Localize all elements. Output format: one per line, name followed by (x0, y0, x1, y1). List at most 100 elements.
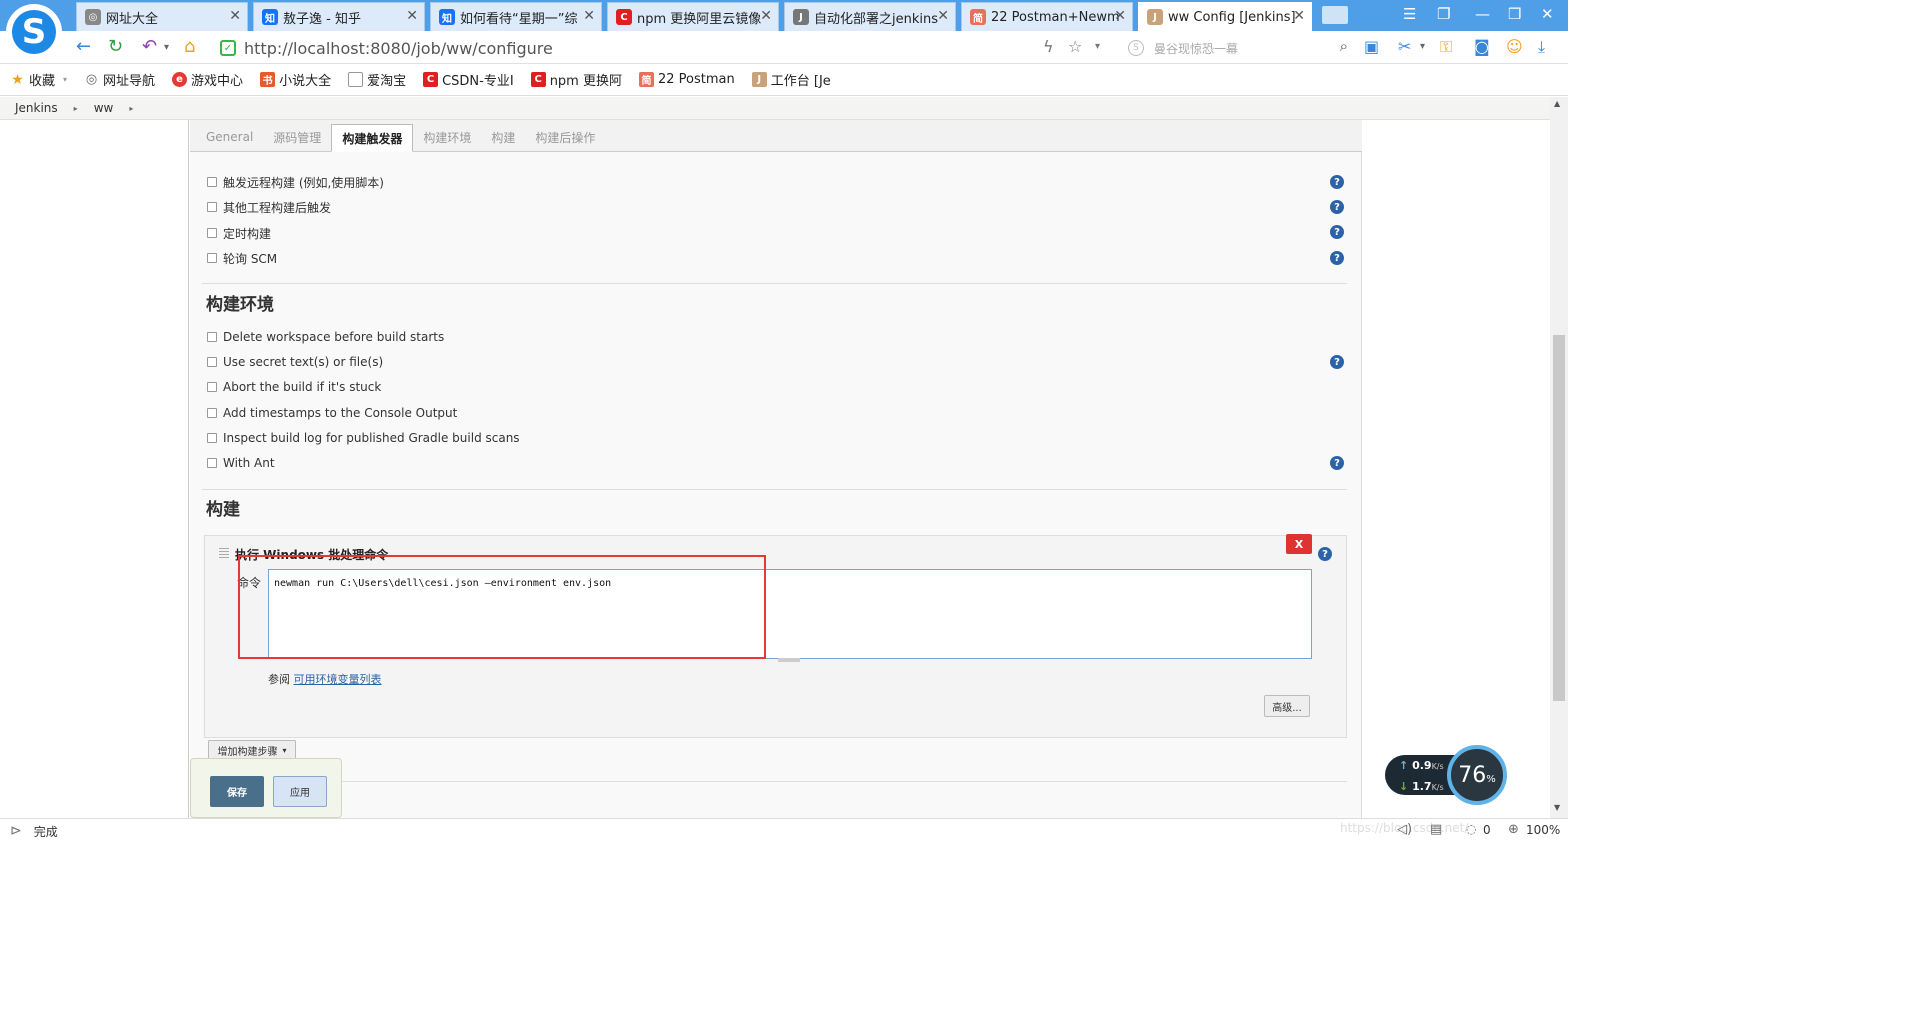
checkbox[interactable] (207, 332, 217, 342)
env-secret-text[interactable]: Use secret text(s) or file(s) (207, 352, 383, 372)
close-icon[interactable]: ✕ (760, 8, 772, 24)
chevron-down-icon[interactable]: ▾ (164, 42, 169, 53)
star-icon[interactable]: ☆ (1068, 37, 1082, 56)
checkbox[interactable] (207, 433, 217, 443)
tab-4[interactable]: J 自动化部署之jenkins ✕ (784, 2, 956, 31)
bookmark-item[interactable]: 简 22 Postman (638, 72, 735, 87)
bookmark-item[interactable]: C CSDN-专业I (423, 70, 514, 89)
checkbox[interactable] (207, 357, 217, 367)
checkbox[interactable] (207, 382, 217, 392)
close-window-icon[interactable]: ✕ (1541, 5, 1554, 23)
tab-6-active[interactable]: Jww Config [Jenkins] ✕ (1138, 2, 1312, 31)
help-icon[interactable]: ? (1330, 355, 1344, 369)
tab-build-triggers[interactable]: 构建触发器 (331, 124, 414, 152)
address-bar[interactable]: ✓ http://localhost:8080/job/ww/configure (220, 35, 1120, 61)
bookmark-item[interactable]: 爱淘宝 (348, 70, 406, 89)
checkbox[interactable] (207, 408, 217, 418)
tab-build[interactable]: 构建 (481, 123, 525, 151)
tab-5[interactable]: 简 22 Postman+Newm ✕ (961, 2, 1133, 31)
bookmark-item[interactable]: 书小说大全 (260, 70, 331, 89)
tab-general[interactable]: General (196, 123, 263, 151)
bookmark-favorites[interactable]: ★ 收藏 ▾ (10, 70, 67, 90)
help-icon[interactable]: ? (1318, 547, 1332, 561)
emoji-icon[interactable]: ☺ (1506, 37, 1523, 56)
advanced-button[interactable]: 高级... (1264, 695, 1310, 717)
refresh-icon[interactable]: ↻ (108, 36, 123, 57)
key-icon[interactable]: ⚿ (1440, 37, 1452, 57)
close-icon[interactable]: ✕ (937, 8, 949, 24)
skin-icon[interactable]: ❐ (1437, 5, 1450, 23)
home-icon[interactable]: ⌂ (184, 36, 195, 57)
back-icon[interactable]: ← (76, 36, 91, 57)
delete-step-button[interactable]: X (1286, 534, 1312, 554)
checkbox[interactable] (207, 253, 217, 263)
tab-1[interactable]: 知敖子逸 - 知乎 ✕ (253, 2, 425, 31)
zoom-level[interactable]: 100% (1526, 823, 1560, 837)
bookmark-item[interactable]: J 工作台 [Je (751, 70, 831, 89)
trigger-scheduled[interactable]: 定时构建 (207, 223, 271, 243)
scroll-up-icon[interactable]: ▲ (1554, 99, 1560, 108)
tab-2[interactable]: 知如何看待“星期一”综 ✕ (430, 2, 602, 31)
download-icon[interactable]: ⤓ (1538, 37, 1545, 57)
env-delete-workspace[interactable]: Delete workspace before build starts (207, 327, 444, 347)
undo-close-icon[interactable]: ↶ (142, 36, 157, 57)
chevron-down-icon[interactable]: ▾ (1420, 41, 1425, 52)
drag-handle-icon[interactable] (219, 548, 229, 560)
search-box[interactable]: S 曼谷现惊恐一幕 ⌕ (1128, 35, 1348, 61)
minimize-icon[interactable]: — (1475, 5, 1490, 23)
env-abort-stuck[interactable]: Abort the build if it's stuck (207, 377, 381, 397)
save-button[interactable]: 保存 (210, 776, 264, 807)
scrollbar-thumb[interactable] (1553, 335, 1565, 701)
bookmark-item[interactable]: Cnpm 更换阿 (530, 70, 622, 89)
command-textarea[interactable] (268, 569, 1312, 659)
scroll-down-icon[interactable]: ▼ (1554, 803, 1560, 812)
screenshot-icon[interactable]: ▤ (1430, 822, 1442, 837)
apply-button[interactable]: 应用 (273, 776, 327, 807)
help-icon[interactable]: ? (1330, 175, 1344, 189)
menu-icon[interactable]: ☰ (1403, 5, 1416, 23)
scissors-icon[interactable]: ✂ (1398, 37, 1411, 56)
textarea-resize-handle[interactable] (778, 658, 800, 662)
breadcrumb-job[interactable]: ww (94, 101, 114, 115)
help-icon[interactable]: ? (1330, 225, 1344, 239)
restore-icon[interactable]: ❒ (1508, 5, 1521, 23)
bookmark-item[interactable]: e 游戏中心 (172, 70, 243, 89)
trigger-remote[interactable]: 触发远程构建 (例如,使用脚本) (207, 172, 384, 192)
trigger-after-other[interactable]: 其他工程构建后触发 (207, 197, 331, 217)
close-icon[interactable]: ✕ (229, 8, 241, 24)
help-icon[interactable]: ? (1330, 456, 1344, 470)
memory-usage-ring[interactable]: 76% (1447, 745, 1507, 805)
new-tab-button[interactable] (1322, 6, 1348, 24)
tab-build-environment[interactable]: 构建环境 (413, 123, 481, 151)
env-gradle-scans[interactable]: Inspect build log for published Gradle b… (207, 428, 520, 448)
translate-icon[interactable]: ◙ (1474, 37, 1490, 56)
help-icon[interactable]: ? (1330, 200, 1344, 214)
search-icon[interactable]: ⌕ (1340, 37, 1348, 55)
sidebar-icon[interactable]: ▣ (1364, 37, 1379, 56)
breadcrumb-jenkins[interactable]: Jenkins (15, 101, 58, 115)
checkbox[interactable] (207, 202, 217, 212)
speaker-icon[interactable]: ◁) (1397, 822, 1412, 837)
help-icon[interactable]: ? (1330, 251, 1344, 265)
tab-scm[interactable]: 源码管理 (263, 123, 331, 151)
close-icon[interactable]: ✕ (1293, 8, 1305, 24)
env-timestamps[interactable]: Add timestamps to the Console Output (207, 403, 457, 423)
close-icon[interactable]: ✕ (1114, 8, 1126, 24)
network-speed-widget[interactable]: ↑ 0.9K/s ↓ 1.7K/s 76% (1385, 745, 1508, 805)
bookmark-item[interactable]: ◎ 网址导航 (84, 70, 155, 89)
tab-3[interactable]: Cnpm 更换阿里云镜像 ✕ (607, 2, 779, 31)
trigger-poll-scm[interactable]: 轮询 SCM (207, 248, 277, 268)
env-with-ant[interactable]: With Ant (207, 453, 275, 473)
tab-post-build[interactable]: 构建后操作 (525, 123, 605, 151)
checkbox[interactable] (207, 228, 217, 238)
vertical-scrollbar[interactable]: ▲ ▼ (1550, 97, 1568, 818)
close-icon[interactable]: ✕ (583, 8, 595, 24)
checkbox[interactable] (207, 458, 217, 468)
tab-0[interactable]: ◎ 网址大全 ✕ (76, 2, 248, 31)
sogou-browser-logo[interactable]: S (6, 4, 62, 60)
env-var-list-link[interactable]: 可用环境变量列表 (294, 673, 382, 686)
zoom-icon[interactable]: ⊕ (1508, 822, 1519, 837)
adblock-icon[interactable]: ◌ (1466, 822, 1476, 836)
chevron-down-icon[interactable]: ▾ (1095, 41, 1100, 52)
sidebar-toggle-icon[interactable]: ⊳ (10, 823, 22, 839)
